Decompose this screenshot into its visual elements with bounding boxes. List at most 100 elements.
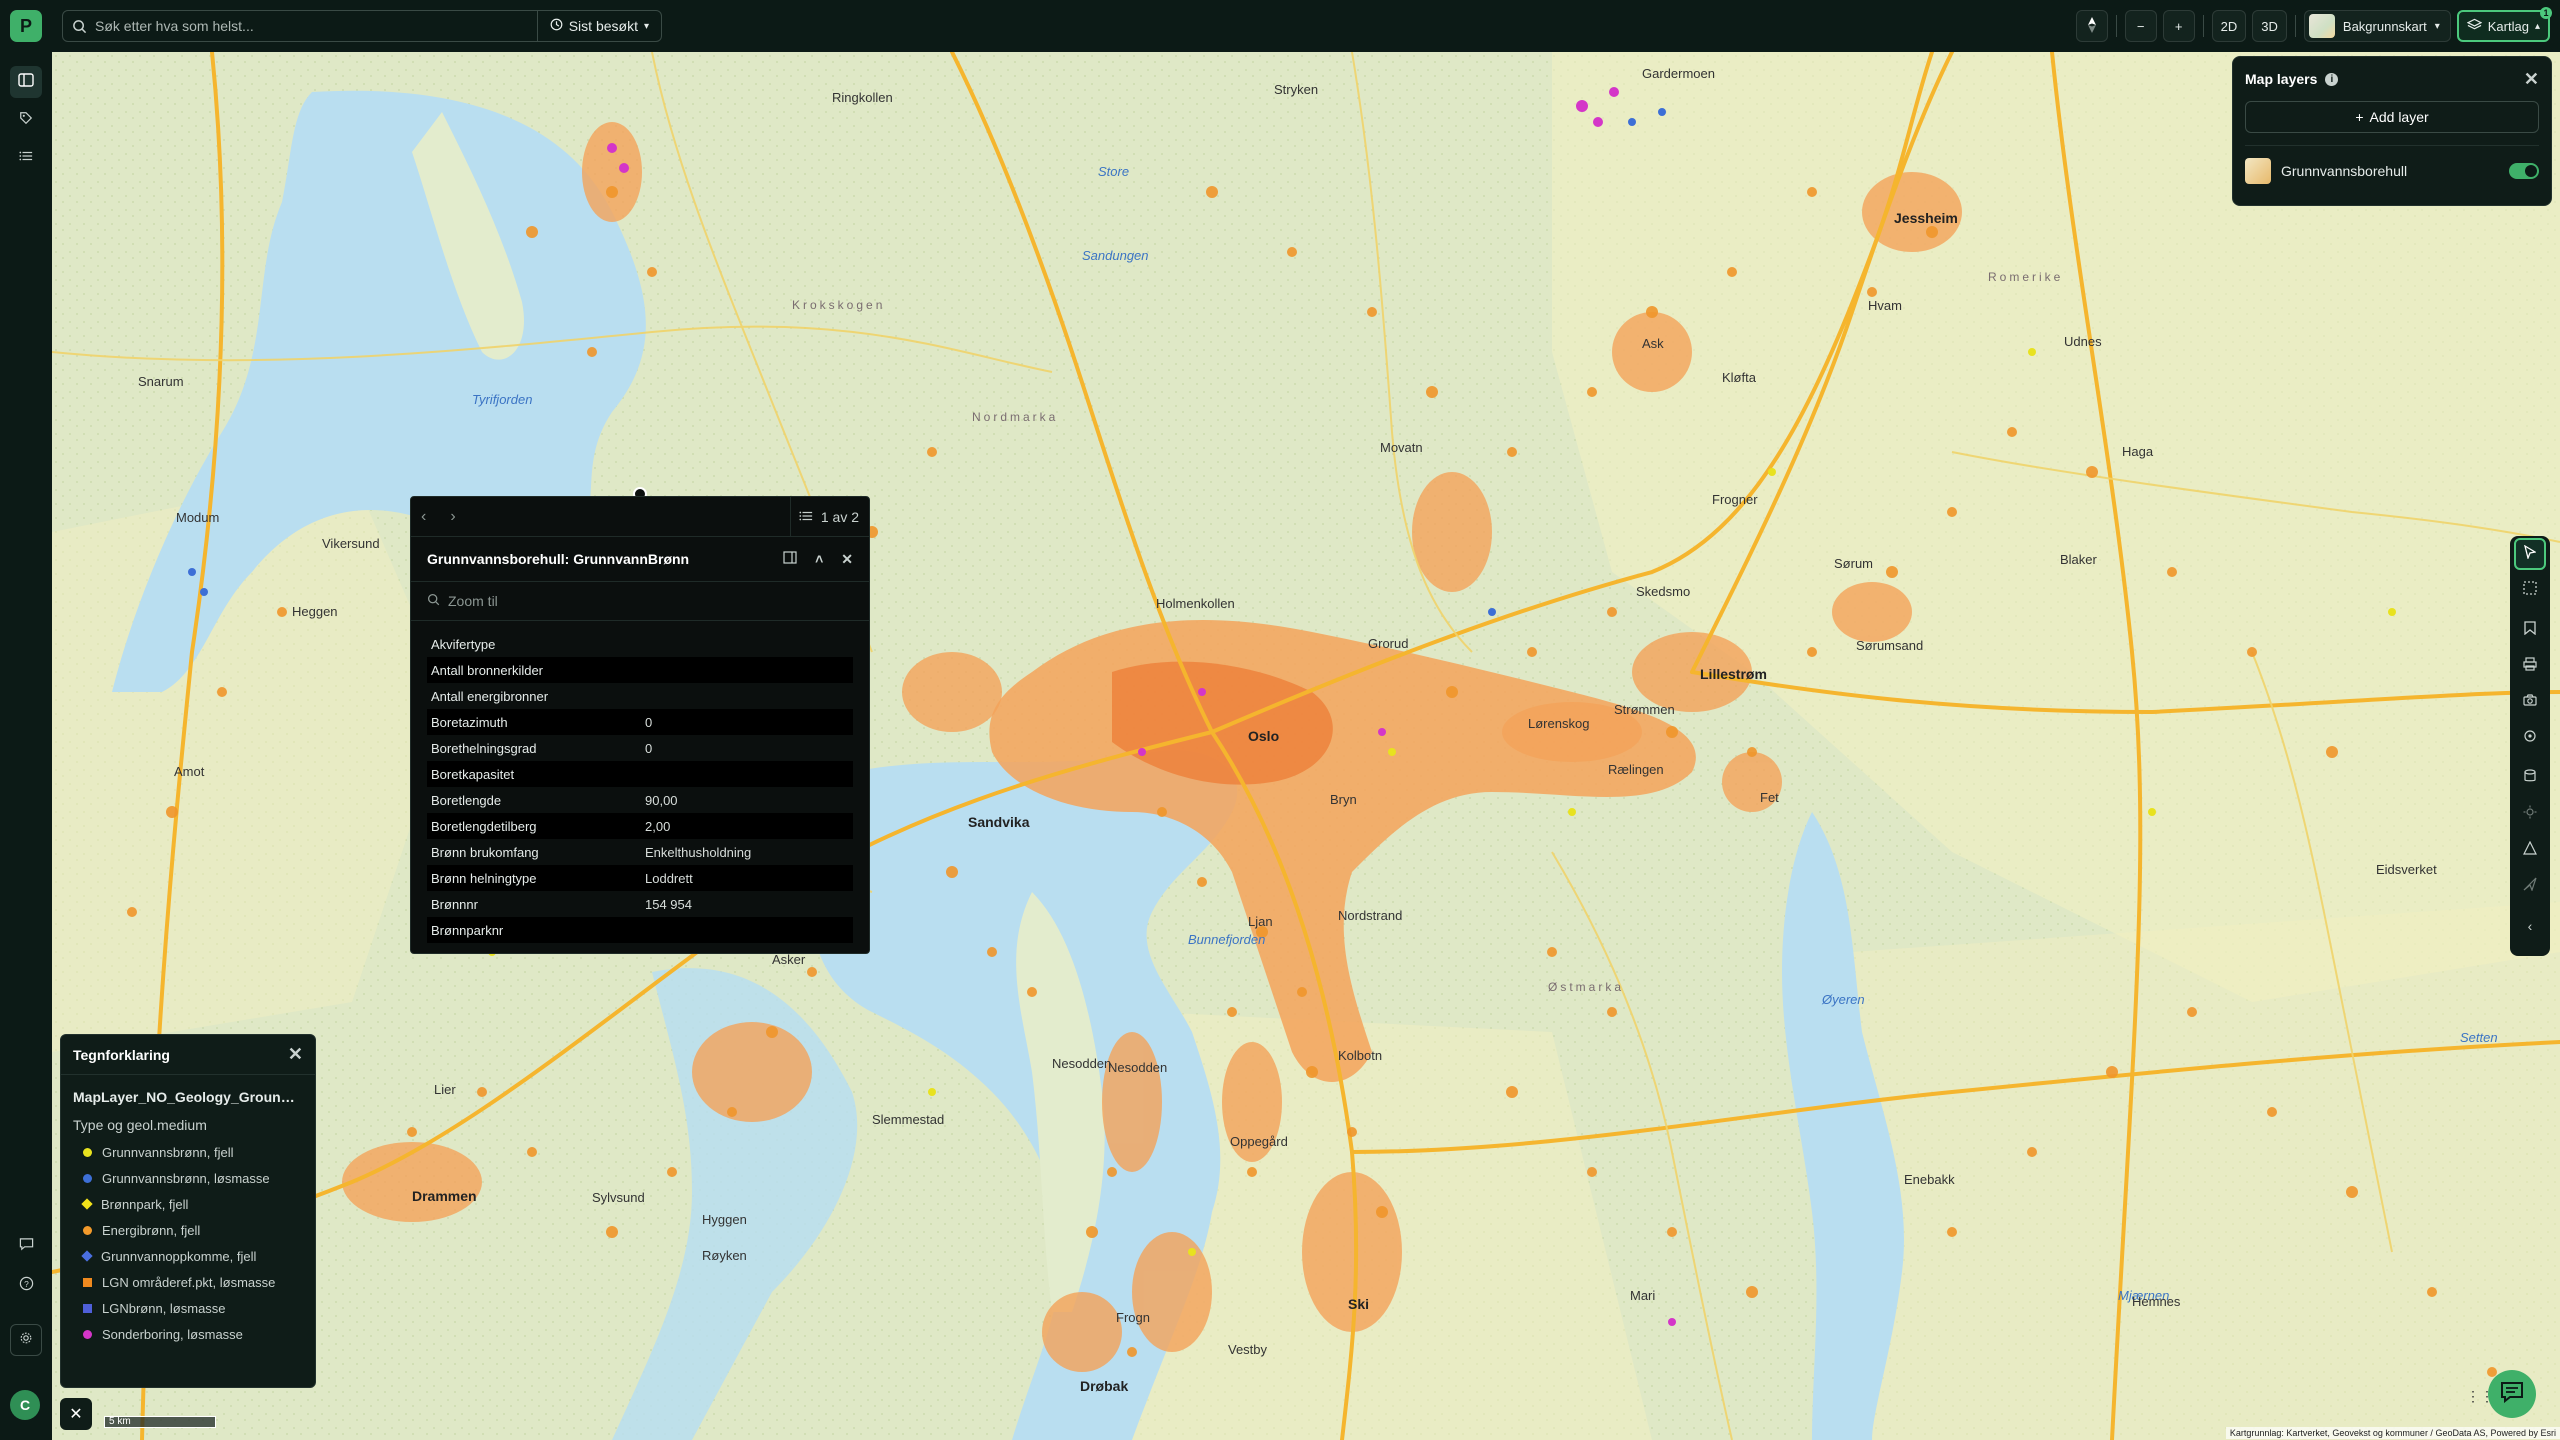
recent-dropdown-button[interactable]: Sist besøkt ▾	[536, 11, 661, 41]
place-label: Sandvika	[968, 814, 1030, 830]
zoom-out-button[interactable]: −	[2124, 10, 2157, 42]
list-icon	[799, 509, 813, 525]
feedback-button[interactable]	[10, 1230, 42, 1262]
triangle-ruler-icon	[2523, 840, 2537, 860]
select-tool-button[interactable]	[2514, 538, 2546, 570]
legend-item: Sonderboring, løsmasse	[61, 1321, 315, 1347]
close-icon[interactable]: ✕	[288, 1044, 303, 1065]
circle-symbol-icon	[83, 1147, 92, 1157]
chevron-left-icon: ‹	[2527, 918, 2533, 934]
attribute-row: Boretlengdetilberg 2,00	[427, 813, 853, 839]
attribute-row: Brønn brukomfang Enkelthusholdning	[427, 839, 853, 865]
attribute-value: Loddrett	[645, 870, 693, 886]
mode-3d-button[interactable]: 3D	[2252, 10, 2287, 42]
search-input[interactable]	[95, 11, 537, 41]
box-select-tool-button[interactable]	[2514, 574, 2546, 606]
attribute-key: Boretlengdetilberg	[431, 818, 537, 834]
legend-item-label: Sonderboring, løsmasse	[102, 1326, 243, 1342]
place-label: Haga	[2122, 444, 2154, 459]
clock-icon	[550, 18, 563, 34]
list-button[interactable]	[10, 142, 42, 174]
circle-symbol-icon	[83, 1329, 92, 1339]
place-label: Grorud	[1368, 636, 1409, 651]
place-label: Enebakk	[1904, 1172, 1955, 1187]
top-bar: P Sist besøkt ▾ − + 2D 3D Bakgrunnskart	[0, 0, 2560, 52]
diamond-symbol-icon	[81, 1198, 93, 1210]
map-layers-header: Map layers i ✕	[2233, 57, 2551, 101]
chat-button[interactable]	[2488, 1370, 2536, 1418]
measure-button[interactable]	[2514, 834, 2546, 866]
print-button[interactable]	[2514, 650, 2546, 682]
place-label: Eidsverket	[2376, 862, 2437, 877]
compass-button[interactable]	[2075, 10, 2108, 42]
place-label: Holmenkollen	[1156, 596, 1235, 611]
layers-label: Kartlag	[2487, 18, 2529, 34]
sidebar-toggle-button[interactable]	[10, 66, 42, 98]
settings-button[interactable]	[10, 1324, 42, 1356]
attribute-row: Borethelningsgrad 0	[427, 735, 853, 761]
camera-icon	[2523, 693, 2537, 711]
background-map-label: Bakgrunnskart	[2342, 18, 2427, 34]
place-label: Oppegård	[1230, 1134, 1288, 1149]
screenshot-button[interactable]	[2514, 686, 2546, 718]
locate-button[interactable]	[2514, 722, 2546, 754]
place-label: Sørumsand	[1856, 638, 1924, 653]
user-avatar[interactable]: C	[10, 1390, 40, 1420]
place-label: Udnes	[2064, 334, 2102, 349]
previous-feature-icon[interactable]: ‹	[421, 508, 426, 526]
legend-item-label: Energibrønn, fjell	[102, 1222, 201, 1238]
tags-button[interactable]	[10, 104, 42, 136]
feature-count[interactable]: 1 av 2	[789, 496, 859, 537]
place-label: Nesodden	[1108, 1060, 1168, 1075]
square-symbol-icon	[83, 1277, 92, 1287]
place-label: Lørenskog	[1528, 716, 1590, 731]
zoom-in-button[interactable]: +	[2162, 10, 2195, 42]
place-label: Lier	[434, 1082, 456, 1097]
place-label: Gardermoen	[1642, 66, 1715, 81]
data-store-button[interactable]	[2514, 762, 2546, 794]
zoom-to-feature-button[interactable]: Zoom til	[411, 581, 869, 621]
help-button[interactable]: ?	[10, 1270, 42, 1302]
layer-row[interactable]: Grunnvannsborehull	[2245, 145, 2539, 185]
place-label: Romerike	[1988, 270, 2064, 284]
dock-panel-icon[interactable]	[783, 550, 797, 568]
layer-visibility-toggle[interactable]	[2509, 162, 2539, 179]
attribute-key: Antall energibronner	[431, 688, 549, 704]
place-label: Oslo	[1248, 728, 1280, 744]
place-label: Asker	[772, 952, 806, 967]
place-label: Rælingen	[1608, 762, 1664, 777]
next-feature-icon[interactable]: ›	[450, 508, 455, 526]
square-symbol-icon	[83, 1303, 92, 1313]
collapse-tools-button[interactable]: ‹	[2514, 910, 2546, 942]
legend-item: Grunnvannoppkomme, fjell	[61, 1243, 315, 1269]
attribute-value: Enkelthusholdning	[645, 844, 752, 860]
close-icon[interactable]: ✕	[2524, 69, 2539, 90]
info-icon[interactable]: i	[2325, 72, 2339, 86]
legend-item: Grunnvannsbrønn, løsmasse	[61, 1165, 315, 1191]
legend-item-label: LGNbrønn, løsmasse	[102, 1300, 226, 1316]
close-legend-button[interactable]: ✕	[60, 1398, 92, 1430]
scale-bar: 5 km	[104, 1416, 216, 1428]
map-toolbar: − + 2D 3D Bakgrunnskart ▾ Kartlag ▴ 1	[2075, 7, 2552, 42]
add-layer-button[interactable]: + Add layer	[2245, 101, 2539, 133]
attribute-row: Antall bronnerkilder	[427, 657, 853, 683]
layers-button[interactable]: Kartlag ▴ 1	[2456, 7, 2552, 42]
message-icon	[19, 1237, 34, 1256]
chevron-up-icon[interactable]: ˄	[815, 551, 823, 568]
attribute-row: Brønnparknr	[427, 917, 853, 943]
attribute-key: Boretlengde	[431, 792, 502, 808]
mode-2d-button[interactable]: 2D	[2211, 10, 2247, 42]
legend-panel: Tegnforklaring ✕ MapLayer_NO_Geology_Gro…	[60, 1034, 316, 1388]
lighting-button[interactable]	[2514, 798, 2546, 830]
toolbar-divider	[2294, 15, 2296, 37]
add-layer-label: Add layer	[2369, 109, 2429, 125]
place-label: Kolbotn	[1338, 1048, 1383, 1063]
share-button[interactable]	[2514, 870, 2546, 902]
attribute-row: Brønnnr 154 954	[427, 891, 853, 917]
close-icon[interactable]: ✕	[841, 551, 853, 568]
app-logo[interactable]: P	[10, 10, 42, 42]
place-label: Amot	[174, 764, 205, 779]
bookmark-button[interactable]	[2514, 614, 2546, 646]
attribute-key: Brønnparknr	[431, 922, 504, 938]
background-map-button[interactable]: Bakgrunnskart ▾	[2303, 10, 2451, 42]
